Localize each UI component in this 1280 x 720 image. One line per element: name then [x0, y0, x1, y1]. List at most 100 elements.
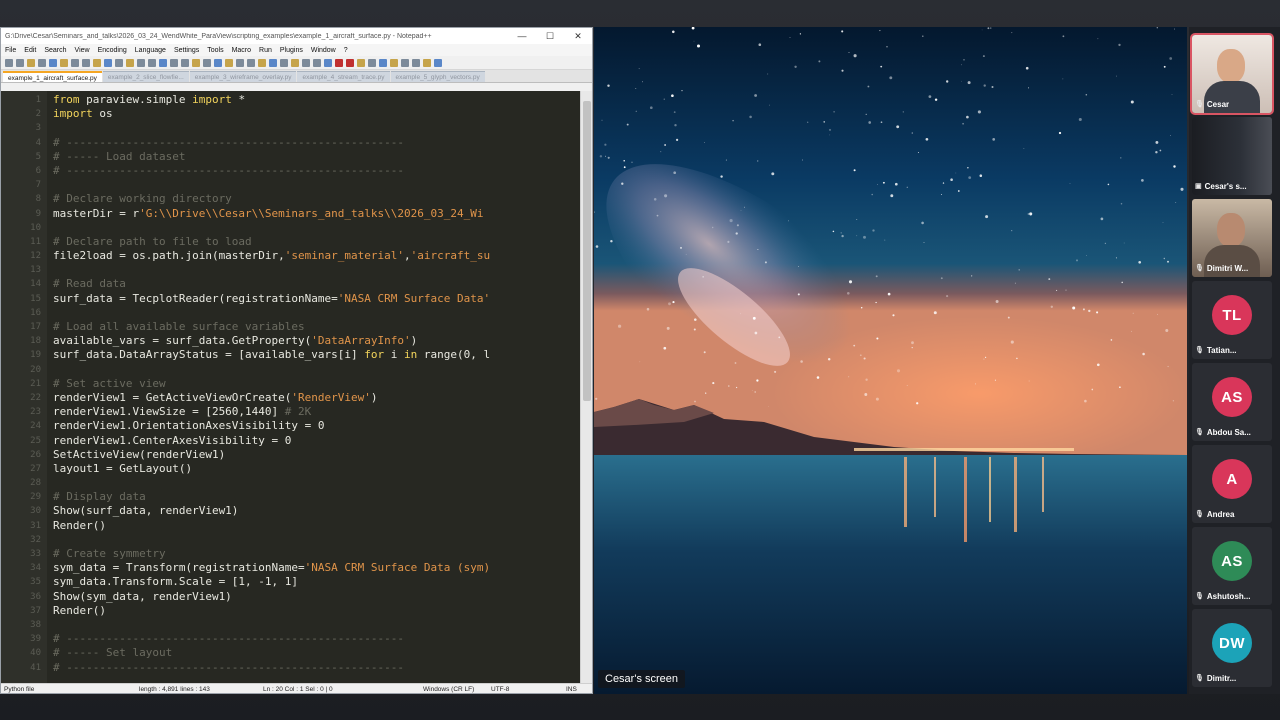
menu-help[interactable]: ?	[344, 47, 348, 54]
toolbar-tool-icon[interactable]	[137, 58, 145, 67]
toolbar-tool-icon[interactable]	[159, 58, 167, 67]
window-titlebar[interactable]: G:\Drive\Cesar\Seminars_and_talks\2026_0…	[1, 28, 592, 44]
participant-tile[interactable]: 🎙 Dimitri W...	[1192, 199, 1272, 277]
toolbar-tool-icon[interactable]	[302, 58, 310, 67]
toolbar-tool-icon[interactable]	[5, 58, 13, 67]
menu-language[interactable]: Language	[135, 47, 166, 54]
participant-tile[interactable]: 🎙 Cesar	[1190, 33, 1274, 115]
toolbar-tool-icon[interactable]	[258, 58, 266, 67]
code-line[interactable]: # Load all available surface variables	[53, 320, 580, 334]
toolbar-tool-icon[interactable]	[104, 58, 112, 67]
minimize-button[interactable]: —	[508, 31, 536, 41]
toolbar-tool-icon[interactable]	[269, 58, 277, 67]
menu-run[interactable]: Run	[259, 47, 272, 54]
code-line[interactable]: # ----- Set layout	[53, 646, 580, 660]
toolbar-tool-icon[interactable]	[401, 58, 409, 67]
toolbar-tool-icon[interactable]	[38, 58, 46, 67]
code-line[interactable]: renderView1.CenterAxesVisibility = 0	[53, 434, 580, 448]
file-tab[interactable]: example_3_wireframe_overlay.py	[189, 71, 297, 82]
code-line[interactable]	[53, 306, 580, 320]
toolbar-tool-icon[interactable]	[49, 58, 57, 67]
toolbar-tool-icon[interactable]	[16, 58, 24, 67]
code-line[interactable]: Show(sym_data, renderView1)	[53, 590, 580, 604]
code-line[interactable]	[53, 363, 580, 377]
toolbar-tool-icon[interactable]	[71, 58, 79, 67]
participant-tile[interactable]: AS 🎙 Abdou Sa...	[1192, 363, 1272, 441]
toolbar-tool-icon[interactable]	[313, 58, 321, 67]
code-line[interactable]	[53, 121, 580, 135]
toolbar-tool-icon[interactable]	[203, 58, 211, 67]
code-line[interactable]: # Create symmetry	[53, 547, 580, 561]
participant-tile[interactable]: AS 🎙 Ashutosh...	[1192, 527, 1272, 605]
code-line[interactable]: Render()	[53, 604, 580, 618]
code-line[interactable]	[53, 263, 580, 277]
code-line[interactable]	[53, 618, 580, 632]
participant-tile[interactable]: ▣ Cesar's s...	[1192, 117, 1272, 195]
toolbar-tool-icon[interactable]	[368, 58, 376, 67]
menu-tools[interactable]: Tools	[207, 47, 223, 54]
toolbar-tool-icon[interactable]	[434, 58, 442, 67]
code-line[interactable]: Render()	[53, 519, 580, 533]
code-line[interactable]	[53, 178, 580, 192]
toolbar-tool-icon[interactable]	[170, 58, 178, 67]
maximize-button[interactable]: ☐	[536, 31, 564, 42]
toolbar-tool-icon[interactable]	[192, 58, 200, 67]
code-line[interactable]: sym_data = Transform(registrationName='N…	[53, 561, 580, 575]
menu-window[interactable]: Window	[311, 47, 336, 54]
code-line[interactable]: renderView1 = GetActiveViewOrCreate('Ren…	[53, 391, 580, 405]
toolbar-tool-icon[interactable]	[181, 58, 189, 67]
code-line[interactable]: available_vars = surf_data.GetProperty('…	[53, 334, 580, 348]
toolbar-tool-icon[interactable]	[280, 58, 288, 67]
code-area[interactable]: from paraview.simple import * import os # …	[47, 91, 580, 693]
toolbar-tool-icon[interactable]	[291, 58, 299, 67]
menu-search[interactable]: Search	[44, 47, 66, 54]
participant-tile[interactable]: A 🎙 Andrea	[1192, 445, 1272, 523]
menu-encoding[interactable]: Encoding	[98, 47, 127, 54]
toolbar-tool-icon[interactable]	[423, 58, 431, 67]
code-line[interactable]: sym_data.Transform.Scale = [1, -1, 1]	[53, 575, 580, 589]
code-line[interactable]: # Set active view	[53, 377, 580, 391]
code-line[interactable]	[53, 476, 580, 490]
toolbar-tool-icon[interactable]	[82, 58, 90, 67]
file-tab[interactable]: example_2_slice_flowfie...	[102, 71, 189, 82]
code-line[interactable]	[53, 221, 580, 235]
toolbar-tool-icon[interactable]	[335, 58, 343, 67]
code-line[interactable]: masterDir = r'G:\\Drive\\Cesar\\Seminars…	[53, 207, 580, 221]
participant-tile[interactable]: DW 🎙 Dimitr...	[1192, 609, 1272, 687]
code-line[interactable]: # ----- Load dataset	[53, 150, 580, 164]
code-line[interactable]	[53, 533, 580, 547]
code-line[interactable]: # Declare path to file to load	[53, 235, 580, 249]
code-line[interactable]: # --------------------------------------…	[53, 136, 580, 150]
notepadpp-window[interactable]: G:\Drive\Cesar\Seminars_and_talks\2026_0…	[0, 27, 593, 694]
toolbar-tool-icon[interactable]	[60, 58, 68, 67]
code-line[interactable]: renderView1.OrientationAxesVisibility = …	[53, 419, 580, 433]
toolbar-tool-icon[interactable]	[115, 58, 123, 67]
menu-plugins[interactable]: Plugins	[280, 47, 303, 54]
code-line[interactable]: file2load = os.path.join(masterDir,'semi…	[53, 249, 580, 263]
code-line[interactable]: # --------------------------------------…	[53, 661, 580, 675]
toolbar-tool-icon[interactable]	[236, 58, 244, 67]
menu-view[interactable]: View	[75, 47, 90, 54]
file-tab[interactable]: example_5_glyph_vectors.py	[390, 71, 485, 82]
menu-macro[interactable]: Macro	[232, 47, 251, 54]
code-line[interactable]: layout1 = GetLayout()	[53, 462, 580, 476]
code-line[interactable]: surf_data = TecplotReader(registrationNa…	[53, 292, 580, 306]
toolbar-tool-icon[interactable]	[357, 58, 365, 67]
code-line[interactable]: from paraview.simple import *	[53, 93, 580, 107]
menu-settings[interactable]: Settings	[174, 47, 199, 54]
toolbar-tool-icon[interactable]	[148, 58, 156, 67]
toolbar-tool-icon[interactable]	[379, 58, 387, 67]
vertical-scroll-thumb[interactable]	[583, 101, 591, 401]
toolbar-tool-icon[interactable]	[346, 58, 354, 67]
toolbar-tool-icon[interactable]	[324, 58, 332, 67]
vertical-scrollbar[interactable]	[580, 91, 592, 693]
participant-tile[interactable]: TL 🎙 Tatian...	[1192, 281, 1272, 359]
code-line[interactable]: SetActiveView(renderView1)	[53, 448, 580, 462]
code-line[interactable]: # Display data	[53, 490, 580, 504]
toolbar-tool-icon[interactable]	[93, 58, 101, 67]
close-button[interactable]: ✕	[564, 31, 592, 42]
toolbar-tool-icon[interactable]	[225, 58, 233, 67]
toolbar-tool-icon[interactable]	[390, 58, 398, 67]
code-line[interactable]: surf_data.DataArrayStatus = [available_v…	[53, 348, 580, 362]
code-line[interactable]: # Declare working directory	[53, 192, 580, 206]
